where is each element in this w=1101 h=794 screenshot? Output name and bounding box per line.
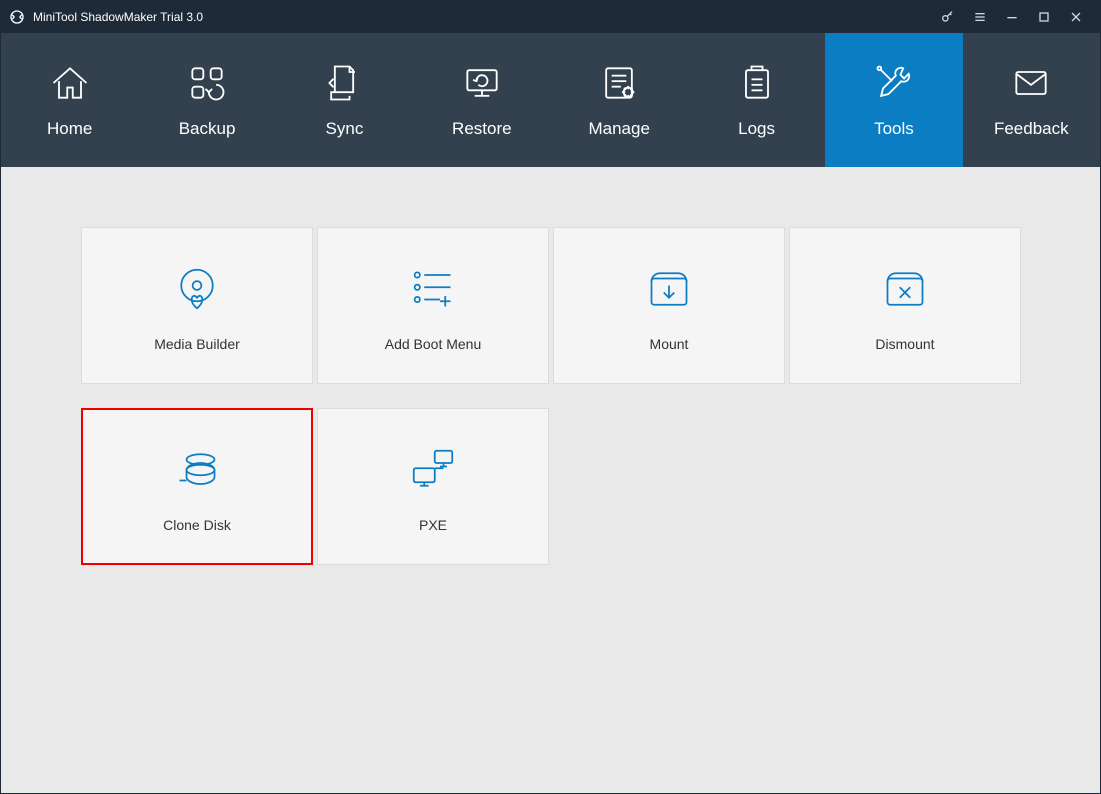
tile-label: Mount [650, 336, 689, 352]
nav-sync[interactable]: Sync [276, 33, 413, 167]
key-icon[interactable] [932, 1, 964, 33]
sync-icon [322, 61, 366, 105]
backup-icon [185, 61, 229, 105]
tools-icon [872, 61, 916, 105]
tile-label: PXE [419, 517, 447, 533]
nav-backup[interactable]: Backup [138, 33, 275, 167]
nav-restore[interactable]: Restore [413, 33, 550, 167]
nav-label: Sync [326, 119, 364, 139]
tile-clone-disk[interactable]: Clone Disk [81, 408, 313, 565]
nav-tools[interactable]: Tools [825, 33, 962, 167]
list-plus-icon [405, 260, 461, 318]
home-icon [48, 61, 92, 105]
nav-manage[interactable]: Manage [551, 33, 688, 167]
app-icon [9, 9, 25, 25]
box-down-icon [641, 260, 697, 318]
titlebar: MiniTool ShadowMaker Trial 3.0 [1, 1, 1100, 33]
close-button[interactable] [1060, 1, 1092, 33]
nav-label: Restore [452, 119, 512, 139]
feedback-icon [1009, 61, 1053, 105]
tile-label: Clone Disk [163, 517, 231, 533]
menu-icon[interactable] [964, 1, 996, 33]
tile-label: Dismount [875, 336, 934, 352]
nav-home[interactable]: Home [1, 33, 138, 167]
disks-icon [169, 441, 225, 499]
box-x-icon [877, 260, 933, 318]
navbar: Home Backup Sync Restor [1, 33, 1100, 167]
disc-flame-icon [169, 260, 225, 318]
maximize-button[interactable] [1028, 1, 1060, 33]
tile-pxe[interactable]: PXE [317, 408, 549, 565]
pxe-icon [405, 441, 461, 499]
nav-label: Tools [874, 119, 914, 139]
tile-label: Media Builder [154, 336, 240, 352]
logs-icon [735, 61, 779, 105]
nav-label: Backup [179, 119, 236, 139]
nav-feedback[interactable]: Feedback [963, 33, 1100, 167]
tile-add-boot-menu[interactable]: Add Boot Menu [317, 227, 549, 384]
tile-media-builder[interactable]: Media Builder [81, 227, 313, 384]
restore-icon [460, 61, 504, 105]
manage-icon [597, 61, 641, 105]
nav-label: Feedback [994, 119, 1069, 139]
nav-label: Home [47, 119, 92, 139]
content-area: Media Builder Add Boot Menu [1, 167, 1100, 625]
tile-mount[interactable]: Mount [553, 227, 785, 384]
minimize-button[interactable] [996, 1, 1028, 33]
nav-logs[interactable]: Logs [688, 33, 825, 167]
tools-grid: Media Builder Add Boot Menu [81, 227, 1020, 565]
tile-dismount[interactable]: Dismount [789, 227, 1021, 384]
nav-label: Logs [738, 119, 775, 139]
app-title: MiniTool ShadowMaker Trial 3.0 [33, 10, 203, 24]
nav-label: Manage [588, 119, 649, 139]
tile-label: Add Boot Menu [385, 336, 482, 352]
